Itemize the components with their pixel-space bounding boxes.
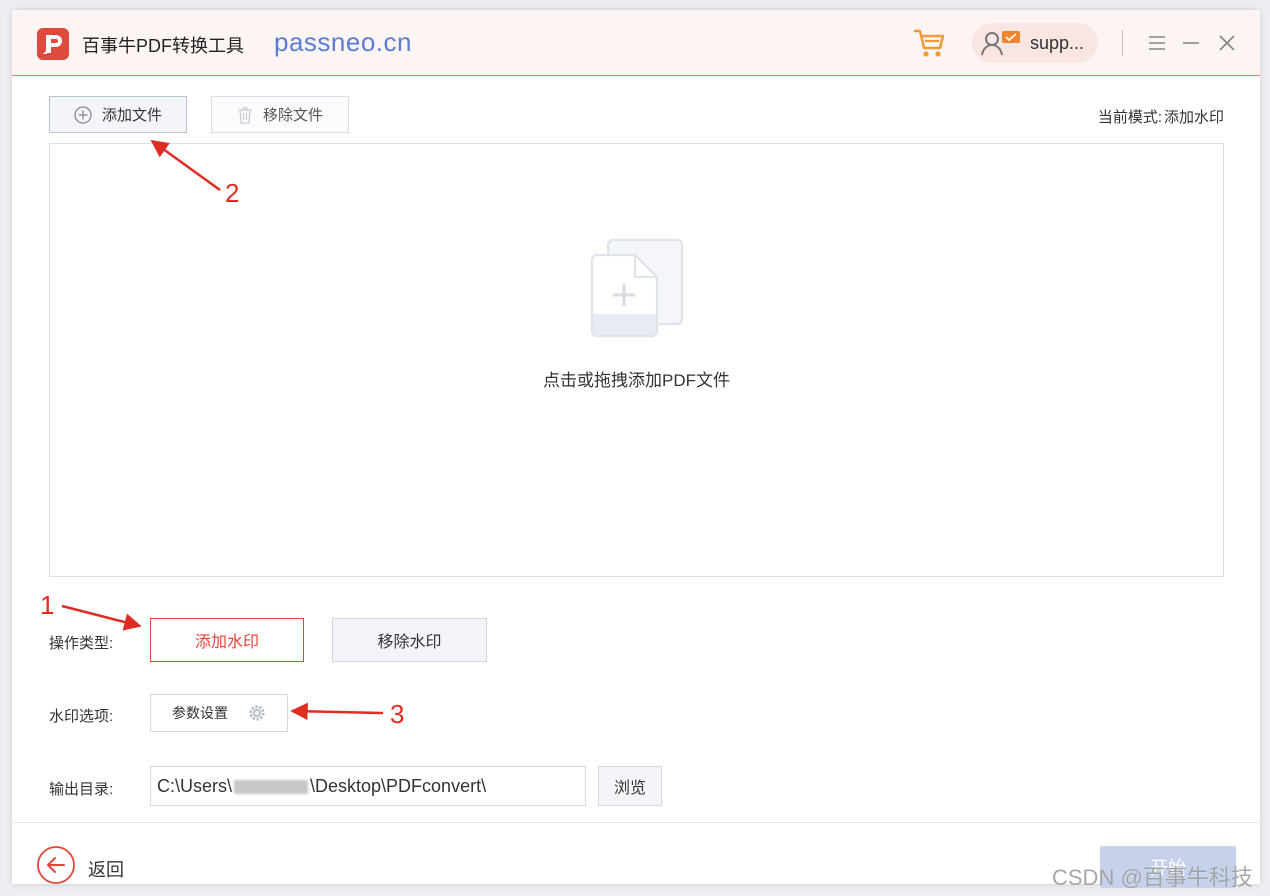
parameter-settings-button[interactable]: 参数设置 bbox=[150, 694, 288, 732]
output-path-field[interactable]: C:\Users\ \Desktop\PDFconvert\ bbox=[150, 766, 586, 806]
mode-value: 添加水印 bbox=[1163, 109, 1224, 126]
csdn-watermark: CSDN @百事牛科技 bbox=[1052, 865, 1253, 890]
remove-file-label: 移除文件 bbox=[262, 107, 323, 124]
app-window: 百事牛PDF转换工具 passneo.cn supp... 添加文件 移除文件 … bbox=[12, 10, 1260, 888]
add-document-icon bbox=[586, 236, 686, 345]
output-path-prefix: C:\Users\ bbox=[157, 776, 233, 796]
current-mode: 当前模式: 添加水印 bbox=[1098, 106, 1224, 127]
trash-icon bbox=[237, 106, 253, 124]
site-label: passneo.cn bbox=[274, 27, 412, 57]
minimize-icon[interactable] bbox=[1178, 30, 1204, 56]
plus-circle-icon bbox=[74, 105, 92, 124]
output-path-suffix: \Desktop\PDFconvert\ bbox=[310, 776, 487, 796]
user-account-button[interactable]: supp... bbox=[972, 23, 1098, 63]
browse-button[interactable]: 浏览 bbox=[598, 766, 662, 806]
app-logo-icon bbox=[37, 28, 69, 60]
back-arrow-icon[interactable] bbox=[36, 845, 76, 885]
add-file-button[interactable]: 添加文件 bbox=[49, 96, 187, 133]
gear-icon bbox=[248, 704, 266, 722]
output-dir-label: 输出目录: bbox=[49, 781, 114, 798]
mode-prefix: 当前模式: bbox=[1097, 109, 1162, 126]
cart-icon[interactable] bbox=[912, 26, 948, 60]
user-avatar-icon bbox=[981, 31, 1020, 56]
parameter-settings-label: 参数设置 bbox=[172, 705, 228, 721]
title-bar: 百事牛PDF转换工具 passneo.cn supp... bbox=[12, 10, 1260, 76]
redacted-username bbox=[234, 780, 309, 795]
user-name: supp... bbox=[1030, 33, 1085, 53]
add-watermark-button[interactable]: 添加水印 bbox=[150, 618, 304, 662]
remove-watermark-button[interactable]: 移除水印 bbox=[332, 618, 487, 662]
close-icon[interactable] bbox=[1214, 30, 1240, 56]
menu-icon[interactable] bbox=[1144, 30, 1170, 56]
app-title: 百事牛PDF转换工具 bbox=[82, 36, 244, 56]
annotation-marker-3: 3 bbox=[390, 699, 405, 729]
operation-type-label: 操作类型: bbox=[49, 635, 114, 652]
remove-file-button[interactable]: 移除文件 bbox=[211, 96, 349, 133]
titlebar-divider bbox=[1122, 30, 1123, 56]
watermark-options-label: 水印选项: bbox=[49, 708, 114, 725]
add-file-label: 添加文件 bbox=[101, 107, 162, 124]
annotation-marker-1: 1 bbox=[40, 590, 55, 620]
drop-hint: 点击或拖拽添加PDF文件 bbox=[543, 371, 730, 390]
back-label[interactable]: 返回 bbox=[88, 856, 124, 882]
annotation-marker-2: 2 bbox=[225, 178, 240, 208]
